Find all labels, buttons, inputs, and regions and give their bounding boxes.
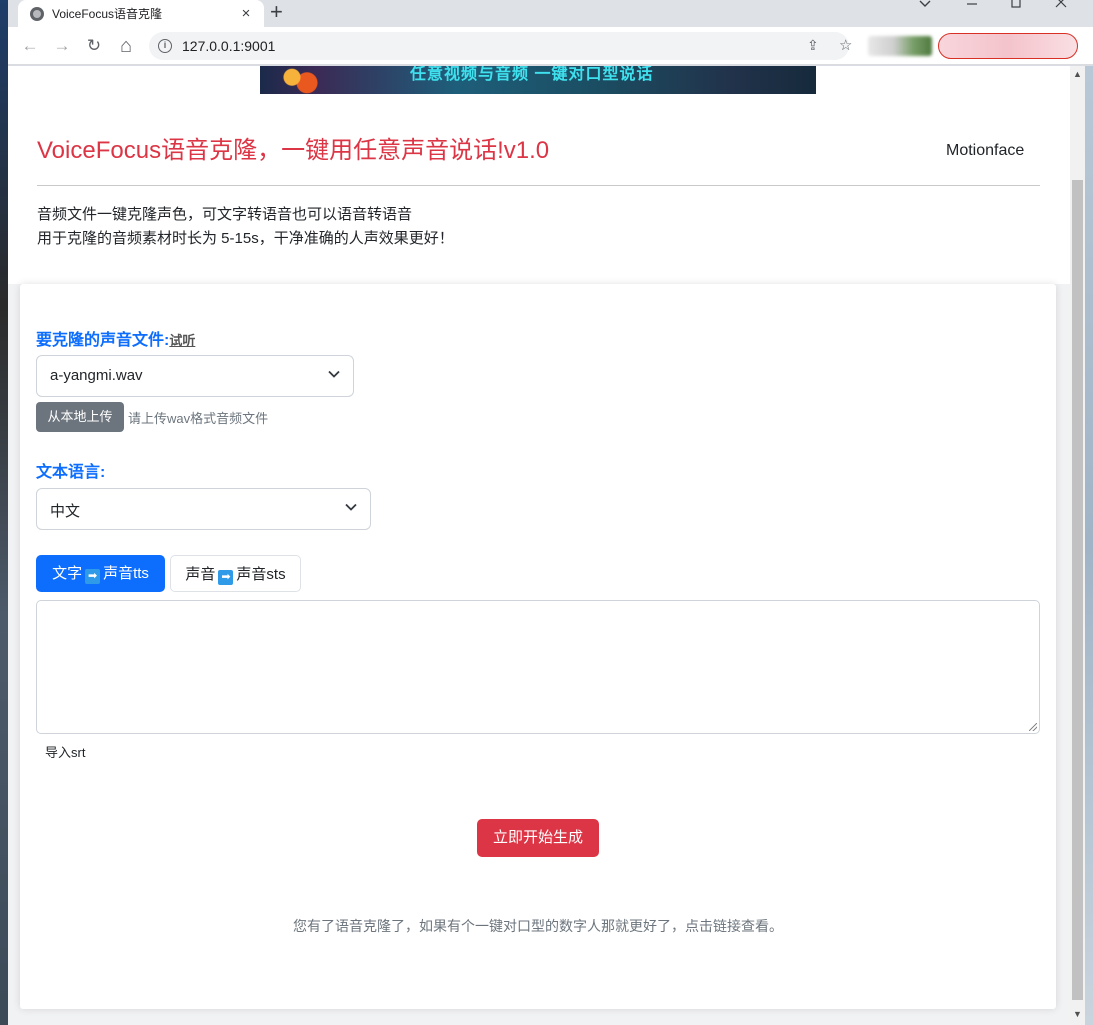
browser-tab-bar: VoiceFocus语音克隆 × + [8, 0, 1093, 27]
bookmark-star-icon[interactable]: ☆ [839, 36, 852, 54]
page-description: 音频文件一键克隆声色，可文字转语音也可以语音转语音 用于克隆的音频素材时长为 5… [37, 203, 454, 251]
back-icon[interactable]: ← [20, 36, 40, 56]
banner-text: 任意视频与音频 一键对口型说话 [410, 66, 654, 83]
sts-mode-button[interactable]: 声音 ➡ 声音sts [170, 555, 301, 592]
tab-close-icon[interactable]: × [238, 5, 254, 22]
scroll-down-icon[interactable]: ▼ [1073, 1009, 1082, 1019]
minimize-icon[interactable] [966, 0, 978, 14]
language-select[interactable]: 中文 [36, 488, 371, 530]
close-window-icon[interactable] [1055, 0, 1067, 14]
globe-icon [30, 6, 44, 21]
tts-mode-button[interactable]: 文字 ➡ 声音tts [36, 555, 165, 592]
extensions-area[interactable] [868, 36, 932, 56]
generate-button[interactable]: 立即开始生成 [477, 819, 599, 857]
promo-banner[interactable]: 任意视频与音频 一键对口型说话 [260, 66, 816, 94]
info-icon[interactable]: i [158, 39, 172, 53]
browser-tab[interactable]: VoiceFocus语音克隆 × [18, 0, 264, 27]
home-icon[interactable]: ⌂ [116, 36, 136, 56]
tab-title: VoiceFocus语音克隆 [52, 7, 163, 21]
divider [37, 185, 1040, 186]
desktop-background-left [0, 0, 8, 1025]
forward-icon[interactable]: → [52, 36, 72, 56]
description-line: 用于克隆的音频素材时长为 5-15s，干净准确的人声效果更好！ [37, 230, 454, 247]
arrow-right-icon: ➡ [218, 570, 234, 585]
address-bar[interactable]: i 127.0.0.1:9001 ⇪ ☆ [149, 32, 852, 60]
profile-button[interactable] [938, 33, 1078, 59]
page-title: VoiceFocus语音克隆，一键用任意声音说话!v1.0 [37, 137, 550, 164]
upload-local-button[interactable]: 从本地上传 [36, 402, 124, 432]
url-text[interactable]: 127.0.0.1:9001 [182, 38, 275, 54]
page-scrollbar[interactable]: ▲ ▼ [1070, 66, 1085, 1025]
page-header-area: 任意视频与音频 一键对口型说话 VoiceFocus语音克隆，一键用任意声音说话… [8, 66, 1070, 284]
listen-link[interactable]: 试听 [169, 333, 195, 348]
browser-toolbar: ← → ↻ ⌂ i 127.0.0.1:9001 ⇪ ☆ [8, 27, 1093, 65]
voice-file-value: a-yangmi.wav [50, 367, 143, 384]
text-input-area[interactable] [36, 600, 1040, 734]
voice-file-label: 要克隆的声音文件:试听 [36, 332, 196, 349]
resize-grip-icon[interactable] [1029, 723, 1037, 731]
form-card: 要克隆的声音文件:试听 a-yangmi.wav 从本地上传 请上传wav格式音… [20, 284, 1056, 1009]
desktop-background-right [1085, 66, 1093, 1025]
import-srt-link[interactable]: 导入srt [45, 742, 85, 761]
upload-hint: 请上传wav格式音频文件 [128, 411, 269, 426]
arrow-right-icon: ➡ [85, 569, 101, 584]
voice-file-select[interactable]: a-yangmi.wav [36, 355, 354, 397]
maximize-icon[interactable] [1011, 0, 1021, 14]
reload-icon[interactable]: ↻ [84, 36, 104, 56]
language-label: 文本语言: [36, 464, 106, 481]
page-viewport: 任意视频与音频 一键对口型说话 VoiceFocus语音克隆，一键用任意声音说话… [8, 66, 1070, 1025]
share-icon[interactable]: ⇪ [807, 37, 819, 54]
scroll-up-icon[interactable]: ▲ [1073, 69, 1082, 79]
scroll-thumb[interactable] [1072, 180, 1083, 1000]
motionface-link[interactable]: Motionface [946, 142, 1024, 160]
description-line: 音频文件一键克隆声色，可文字转语音也可以语音转语音 [37, 206, 413, 223]
chevron-down-icon [328, 370, 340, 378]
footer-note[interactable]: 您有了语音克隆了，如果有个一键对口型的数字人那就更好了，点击链接查看。 [20, 916, 1056, 936]
new-tab-button[interactable]: + [270, 1, 283, 23]
banner-art [274, 66, 334, 94]
chevron-down-icon [345, 503, 357, 511]
language-value: 中文 [50, 503, 81, 520]
tab-search-icon[interactable] [919, 0, 931, 14]
